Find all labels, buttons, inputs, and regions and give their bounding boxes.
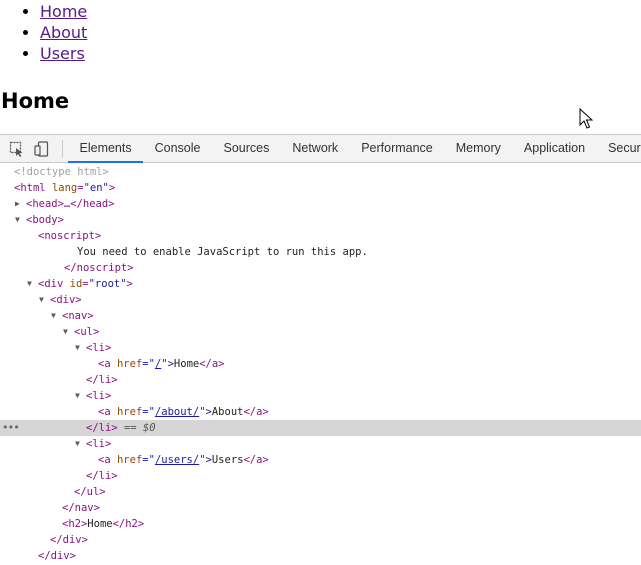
dom-node-body[interactable]: ▼ <body> [0,212,641,228]
devtools-toolbar: Elements Console Sources Network Perform… [0,135,641,163]
collapse-triangle-icon[interactable]: ▼ [27,276,37,292]
tab-console[interactable]: Console [143,135,212,162]
dom-node-html[interactable]: <html lang="en"> [0,180,641,196]
dom-node-div-root[interactable]: ▼ <div id="root"> [0,276,641,292]
nav-link-users[interactable]: Users [40,44,85,63]
page-heading: Home [1,89,70,113]
collapse-triangle-icon[interactable]: ▼ [75,388,85,404]
tab-memory[interactable]: Memory [444,135,512,162]
page-preview: Home About Users Home [0,0,641,134]
dom-node-ul-close[interactable]: </ul> [0,484,641,500]
device-toggle-icon[interactable] [34,141,50,157]
collapse-triangle-icon[interactable]: ▼ [63,324,73,340]
expand-triangle-icon[interactable]: ▶ [15,196,25,212]
mouse-cursor-icon [579,108,593,129]
dom-node-noscript[interactable]: <noscript> [0,228,641,244]
href-link[interactable]: /users/ [155,454,199,466]
nav-item-home: Home [40,1,87,22]
toolbar-divider [62,140,63,158]
dom-node-li-close-selected[interactable]: ••• </li> == $0 [0,420,641,436]
dom-node-a-about[interactable]: <a href="/about/">About</a> [0,404,641,420]
tab-application[interactable]: Application [512,135,596,162]
collapse-triangle-icon[interactable]: ▼ [15,212,25,228]
collapse-triangle-icon[interactable]: ▼ [75,436,85,452]
dom-node-head[interactable]: ▶ <head>…</head> [0,196,641,212]
dom-node-h2[interactable]: <h2>Home</h2> [0,516,641,532]
nav-item-users: Users [40,43,87,64]
tab-network[interactable]: Network [281,135,350,162]
collapse-triangle-icon[interactable]: ▼ [75,340,85,356]
tab-sources[interactable]: Sources [212,135,281,162]
dom-node-li-close[interactable]: </li> [0,372,641,388]
dom-node-div-root-close[interactable]: </div> [0,548,641,564]
collapse-triangle-icon[interactable]: ▼ [39,292,49,308]
nav-item-about: About [40,22,87,43]
dom-node-nav[interactable]: ▼ <nav> [0,308,641,324]
dom-node-ul[interactable]: ▼ <ul> [0,324,641,340]
dom-node-li[interactable]: ▼ <li> [0,340,641,356]
nav-link-about[interactable]: About [40,23,87,42]
dom-node-nav-close[interactable]: </nav> [0,500,641,516]
collapse-triangle-icon[interactable]: ▼ [51,308,61,324]
href-link[interactable]: /about/ [155,406,199,418]
dom-node-a-home[interactable]: <a href="/">Home</a> [0,356,641,372]
devtools-tabs: Elements Console Sources Network Perform… [68,135,641,163]
dom-node-li-close[interactable]: </li> [0,468,641,484]
devtools-panel: Elements Console Sources Network Perform… [0,134,641,565]
nav-link-home[interactable]: Home [40,2,87,21]
dom-node-noscript-close[interactable]: </noscript> [0,260,641,276]
dom-node-li[interactable]: ▼ <li> [0,388,641,404]
dom-node-li[interactable]: ▼ <li> [0,436,641,452]
tab-security[interactable]: Security [597,135,641,162]
tab-elements[interactable]: Elements [68,135,144,163]
dom-node-doctype[interactable]: <!doctype html> [0,164,641,180]
dom-tree: <!doctype html> <html lang="en"> ▶ <head… [0,164,641,564]
tab-performance[interactable]: Performance [350,135,445,162]
nav-list: Home About Users [0,1,87,64]
more-options-icon[interactable]: ••• [2,420,20,436]
dom-node-div-close[interactable]: </div> [0,532,641,548]
selected-node-marker: == $0 [123,422,156,434]
dom-node-a-users[interactable]: <a href="/users/">Users</a> [0,452,641,468]
inspect-element-icon[interactable] [9,141,25,157]
dom-node-div[interactable]: ▼ <div> [0,292,641,308]
dom-text-noscript[interactable]: You need to enable JavaScript to run thi… [0,244,641,260]
